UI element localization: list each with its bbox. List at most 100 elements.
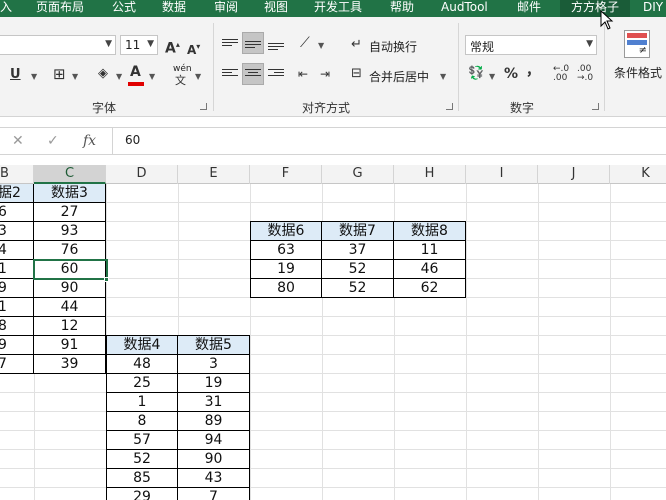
chevron-down-icon[interactable]: ▼ [440, 72, 446, 81]
column-header-d[interactable]: D [106, 165, 178, 184]
align-top-icon[interactable] [222, 37, 238, 48]
table3-cell[interactable]: 8 [106, 412, 178, 431]
wrap-text-button[interactable]: 自动换行 [369, 38, 417, 55]
table3-cell[interactable]: 7 [178, 488, 250, 500]
chevron-down-icon[interactable]: ▼ [31, 72, 37, 81]
table1-cell[interactable]: 9 [0, 336, 34, 355]
wrap-text-icon[interactable]: ↵ [351, 37, 362, 53]
table1-cell[interactable]: 93 [34, 222, 106, 241]
table1-header-cell[interactable]: 据2 [0, 184, 34, 203]
tab-insert[interactable]: 入 [0, 0, 12, 17]
table3-header-cell[interactable]: 数据4 [106, 335, 178, 355]
table3-cell[interactable]: 89 [178, 412, 250, 431]
table1-cell[interactable]: 76 [34, 241, 106, 260]
table3-cell[interactable]: 3 [178, 355, 250, 374]
column-header-k[interactable]: K [610, 165, 666, 184]
column-header-f[interactable]: F [250, 165, 322, 184]
table1-cell[interactable]: 8 [0, 317, 34, 336]
tab-fangfang[interactable]: 方方格子 [560, 0, 630, 17]
tab-help[interactable]: 帮助 [390, 0, 414, 17]
table3-cell[interactable]: 43 [178, 469, 250, 488]
table2-header-cell[interactable]: 数据8 [394, 221, 466, 241]
percent-button[interactable]: % [504, 66, 518, 82]
table1-cell[interactable]: 90 [34, 279, 106, 298]
table2-cell[interactable]: 62 [394, 279, 466, 298]
table2-cell[interactable]: 11 [394, 241, 466, 260]
tab-mail[interactable]: 邮件 [517, 0, 541, 17]
table2-cell[interactable]: 80 [250, 279, 322, 298]
font-name-combo[interactable]: ▼ [0, 35, 116, 55]
comma-button[interactable]: ， [526, 63, 540, 79]
formula-input[interactable]: 60 [112, 128, 666, 154]
tab-audtool[interactable]: AudTool [441, 0, 488, 17]
table1-header-cell[interactable]: 数据3 [34, 184, 106, 203]
chevron-down-icon[interactable]: ▼ [489, 72, 495, 81]
align-left-icon[interactable] [222, 67, 238, 78]
table1-cell[interactable]: 1 [0, 298, 34, 317]
number-format-combo[interactable]: 常规 ▼ [465, 35, 597, 55]
table3-cell[interactable]: 31 [178, 393, 250, 412]
tab-diy[interactable]: DIY [643, 0, 663, 17]
column-header-c[interactable]: C [34, 165, 106, 184]
column-header-j[interactable]: J [538, 165, 610, 184]
table1-cell[interactable]: 44 [34, 298, 106, 317]
table3-cell[interactable]: 29 [106, 488, 178, 500]
fill-handle[interactable] [104, 277, 109, 282]
table1-cell[interactable]: 60 [34, 260, 106, 279]
table3-cell[interactable]: 85 [106, 469, 178, 488]
table1-cell[interactable]: 3 [0, 222, 34, 241]
table1-cell[interactable]: 9 [0, 279, 34, 298]
insert-function-icon[interactable]: fx [83, 133, 96, 149]
column-header-g[interactable]: G [322, 165, 394, 184]
chevron-down-icon[interactable]: ▼ [318, 41, 324, 50]
number-dialog-launcher-icon[interactable] [592, 103, 599, 110]
enter-icon[interactable]: ✓ [47, 133, 59, 149]
table3-cell[interactable]: 94 [178, 431, 250, 450]
column-header-h[interactable]: H [394, 165, 466, 184]
orientation-icon[interactable]: ⟋ [300, 35, 310, 51]
table1-cell[interactable]: 12 [34, 317, 106, 336]
tab-view[interactable]: 视图 [264, 0, 288, 17]
table1-cell[interactable]: 7 [0, 355, 34, 374]
table3-cell[interactable]: 25 [106, 374, 178, 393]
table3-cell[interactable]: 57 [106, 431, 178, 450]
chevron-down-icon[interactable]: ▼ [72, 72, 78, 81]
conditional-format-icon[interactable]: ≠ [624, 30, 650, 58]
table3-cell[interactable]: 52 [106, 450, 178, 469]
table1-cell[interactable]: 4 [0, 241, 34, 260]
chevron-down-icon[interactable]: ▼ [195, 72, 201, 81]
increase-font-icon[interactable]: A▴ [165, 37, 180, 57]
conditional-format-button[interactable]: 条件格式 [614, 64, 662, 81]
font-size-combo[interactable]: 11 ▼ [120, 35, 158, 55]
align-bottom-icon[interactable] [268, 41, 284, 52]
table2-cell[interactable]: 46 [394, 260, 466, 279]
table1-cell[interactable]: 27 [34, 203, 106, 222]
table1-cell[interactable]: 91 [34, 336, 106, 355]
merge-center-icon[interactable]: ⊟ [351, 66, 362, 82]
font-color-icon[interactable]: A [130, 64, 141, 80]
table1-cell[interactable]: 39 [34, 355, 106, 374]
column-header-e[interactable]: E [178, 165, 250, 184]
cancel-icon[interactable]: ✕ [12, 133, 24, 149]
decrease-decimal-icon[interactable]: .00 →.0 [577, 65, 593, 83]
tab-review[interactable]: 审阅 [214, 0, 238, 17]
table3-cell[interactable]: 19 [178, 374, 250, 393]
table1-cell[interactable]: 1 [0, 260, 34, 279]
table1-cell[interactable]: 6 [0, 203, 34, 222]
alignment-dialog-launcher-icon[interactable] [446, 103, 453, 110]
table2-cell[interactable]: 63 [250, 241, 322, 260]
table2-cell[interactable]: 37 [322, 241, 394, 260]
merge-center-button[interactable]: 合并后居中 [369, 68, 429, 85]
tab-formulas[interactable]: 公式 [112, 0, 136, 17]
phonetic-icon[interactable]: 文 [175, 73, 186, 89]
underline-icon[interactable]: U [10, 67, 21, 83]
fill-color-icon[interactable]: ◈ [98, 66, 108, 82]
accounting-format-icon[interactable]: 💱 [468, 66, 484, 82]
table2-cell[interactable]: 52 [322, 279, 394, 298]
table3-cell[interactable]: 90 [178, 450, 250, 469]
table3-cell[interactable]: 1 [106, 393, 178, 412]
table2-cell[interactable]: 19 [250, 260, 322, 279]
tab-developer[interactable]: 开发工具 [314, 0, 362, 17]
increase-decimal-icon[interactable]: ←.0.00 [553, 65, 569, 83]
table3-cell[interactable]: 48 [106, 355, 178, 374]
